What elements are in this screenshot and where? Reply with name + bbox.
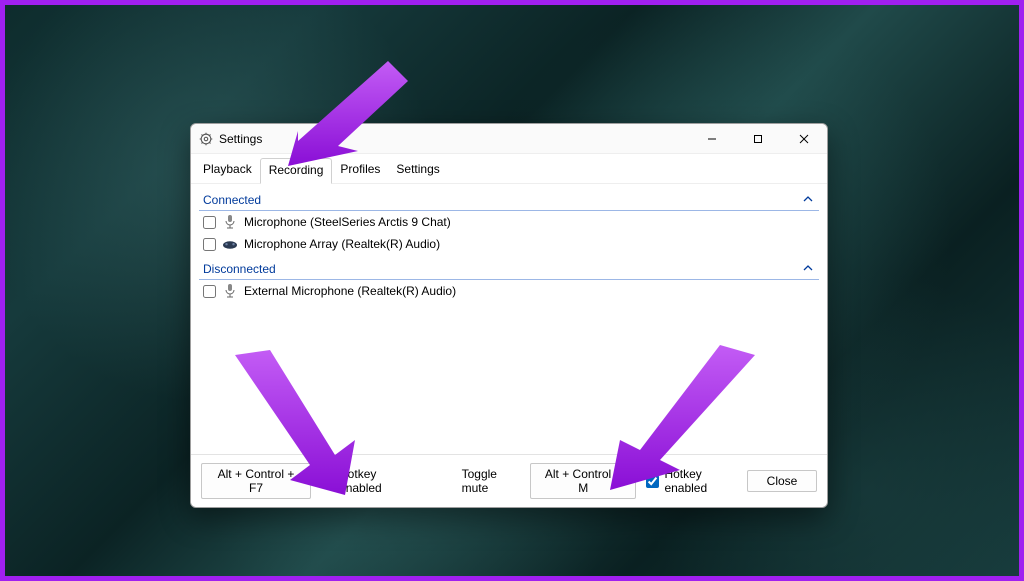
tab-recording[interactable]: Recording — [260, 158, 333, 184]
hotkey2-enabled-label: Hotkey enabled — [664, 467, 737, 495]
tab-playback[interactable]: Playback — [195, 158, 260, 183]
tab-settings[interactable]: Settings — [388, 158, 447, 183]
hotkey1-enabled-checkbox[interactable]: Hotkey enabled — [321, 467, 412, 495]
group-connected-title: Connected — [203, 193, 261, 207]
settings-window: Settings Playback Recording Profiles Set… — [190, 123, 828, 508]
maximize-button[interactable] — [735, 124, 781, 154]
group-connected-header[interactable]: Connected — [199, 190, 819, 211]
device-row[interactable]: Microphone Array (Realtek(R) Audio) — [199, 233, 819, 255]
hotkey1-enabled-input[interactable] — [321, 475, 334, 488]
device-label: External Microphone (Realtek(R) Audio) — [244, 284, 456, 298]
device-row[interactable]: Microphone (SteelSeries Arctis 9 Chat) — [199, 211, 819, 233]
microphone-icon — [222, 214, 238, 230]
microphone-icon — [222, 283, 238, 299]
minimize-button[interactable] — [689, 124, 735, 154]
device-label: Microphone Array (Realtek(R) Audio) — [244, 237, 440, 251]
device-list: Connected Microphone (SteelSeries Arctis… — [191, 184, 827, 454]
window-title: Settings — [219, 132, 262, 146]
device-row[interactable]: External Microphone (Realtek(R) Audio) — [199, 280, 819, 302]
close-window-button[interactable] — [781, 124, 827, 154]
hotkey1-enabled-label: Hotkey enabled — [339, 467, 412, 495]
gear-icon — [199, 132, 213, 146]
titlebar: Settings — [191, 124, 827, 154]
hotkey2-enabled-input[interactable] — [646, 475, 659, 488]
hotkey2-button[interactable]: Alt + Control + M — [530, 463, 636, 499]
group-disconnected-header[interactable]: Disconnected — [199, 259, 819, 280]
hotkey2-enabled-checkbox[interactable]: Hotkey enabled — [646, 467, 737, 495]
device-label: Microphone (SteelSeries Arctis 9 Chat) — [244, 215, 451, 229]
hotkey1-button[interactable]: Alt + Control + F7 — [201, 463, 311, 499]
group-disconnected-title: Disconnected — [203, 262, 276, 276]
footer-bar: Alt + Control + F7 Hotkey enabled Toggle… — [191, 454, 827, 507]
device-checkbox[interactable] — [203, 238, 216, 251]
close-button[interactable]: Close — [747, 470, 817, 492]
chevron-up-icon — [803, 193, 817, 207]
device-checkbox[interactable] — [203, 216, 216, 229]
desktop-frame: Settings Playback Recording Profiles Set… — [0, 0, 1024, 581]
toggle-mute-label: Toggle mute — [462, 467, 520, 495]
tab-profiles[interactable]: Profiles — [332, 158, 388, 183]
microphone-array-icon — [222, 236, 238, 252]
chevron-up-icon — [803, 262, 817, 276]
tab-bar: Playback Recording Profiles Settings — [191, 154, 827, 184]
device-checkbox[interactable] — [203, 285, 216, 298]
